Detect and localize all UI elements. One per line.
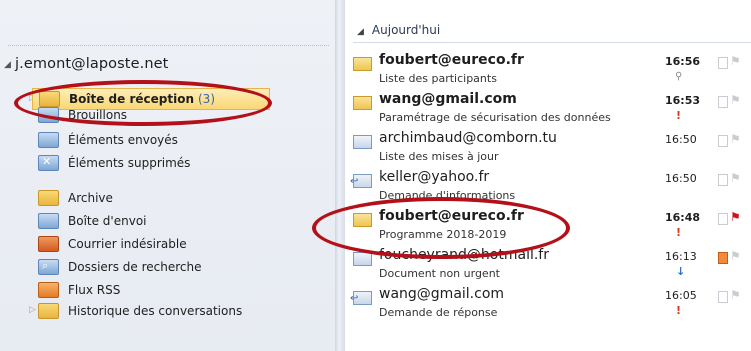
sent-items-icon: [38, 132, 59, 148]
category-box-icon[interactable]: [718, 96, 728, 108]
conversation-history-icon: [38, 303, 59, 319]
message-row[interactable]: archimbaud@comborn.tu Liste des mises à …: [345, 129, 751, 168]
category-box-icon[interactable]: [718, 135, 728, 147]
folder-label: Archive: [68, 191, 113, 205]
archive-folder-icon: [38, 190, 59, 206]
message-subject: Demande de réponse: [379, 306, 498, 319]
high-importance-icon: !: [676, 226, 682, 239]
account-name: j.emont@laposte.net: [15, 56, 169, 72]
category-box-icon[interactable]: [718, 57, 728, 69]
expand-triangle-icon[interactable]: ▷: [29, 305, 36, 315]
attachment-icon: ⚲: [675, 71, 683, 82]
group-header[interactable]: ◢ Aujourd'hui: [357, 23, 440, 37]
message-row[interactable]: foubert@eureco.fr Liste des participants…: [345, 51, 751, 90]
flag-icon[interactable]: ⚑: [730, 132, 741, 146]
folder-label: Brouillons: [68, 108, 128, 122]
folder-junk[interactable]: Courrier indésirable: [38, 234, 187, 254]
pane-divider: [8, 45, 329, 46]
junk-mail-icon: [38, 236, 59, 252]
message-row[interactable]: foubert@eureco.fr Programme 2018-2019 16…: [345, 207, 751, 246]
folder-archive[interactable]: Archive: [38, 188, 113, 208]
message-sender: archimbaud@comborn.tu: [379, 130, 557, 146]
low-importance-icon: ↓: [676, 265, 686, 278]
pane-splitter[interactable]: [335, 0, 345, 351]
unread-mail-icon: [353, 213, 372, 227]
message-time: 16:05: [665, 289, 697, 302]
folder-label: Dossiers de recherche: [68, 260, 202, 274]
drafts-icon: [38, 107, 59, 123]
group-header-label: Aujourd'hui: [371, 23, 441, 37]
high-importance-icon: !: [676, 109, 682, 122]
unread-mail-icon: [353, 57, 372, 71]
folder-deleted[interactable]: ✕ Éléments supprimés: [38, 153, 190, 173]
message-sender: foubert@eureco.fr: [379, 208, 524, 224]
message-sender: foubert@eureco.fr: [379, 52, 524, 68]
message-subject: Paramétrage de sécurisation des données: [379, 111, 611, 124]
read-mail-icon: [353, 135, 372, 149]
folder-outbox[interactable]: Boîte d'envoi: [38, 211, 147, 231]
message-row[interactable]: wang@gmail.com Paramétrage de sécurisati…: [345, 90, 751, 129]
message-sender: keller@yahoo.fr: [379, 169, 490, 185]
folder-label: Boîte de réception: [69, 92, 194, 106]
search-folders-icon: ⌕: [38, 259, 59, 275]
message-list: ◢ Aujourd'hui foubert@eureco.fr Liste des…: [312, 0, 751, 351]
folder-conversation-history[interactable]: Historique des conversations: [38, 301, 242, 321]
flag-icon[interactable]: ⚑: [730, 171, 741, 185]
account-node[interactable]: ◢ j.emont@laposte.net: [4, 56, 168, 72]
message-sender: wang@gmail.com: [379, 91, 517, 107]
message-time: 16:50: [665, 172, 697, 185]
category-box-icon[interactable]: [718, 252, 728, 264]
flag-icon[interactable]: ⚑: [730, 210, 741, 224]
folder-sent[interactable]: Éléments envoyés: [38, 130, 178, 150]
folder-label: Éléments supprimés: [68, 156, 191, 170]
folder-label: Boîte d'envoi: [68, 214, 147, 228]
folder-pane: ◢ j.emont@laposte.net ▷ Boîte de réceptio…: [0, 0, 335, 351]
unread-count: (3): [198, 92, 215, 106]
replied-mail-icon: [350, 174, 372, 188]
message-subject: Liste des participants: [379, 72, 497, 85]
collapse-triangle-icon[interactable]: ◢: [357, 27, 364, 37]
category-box-icon[interactable]: [718, 174, 728, 186]
outbox-icon: [38, 213, 59, 229]
category-box-icon[interactable]: [718, 213, 728, 225]
flag-icon[interactable]: ⚑: [730, 93, 741, 107]
folder-label: Courrier indésirable: [68, 237, 187, 251]
flag-icon[interactable]: ⚑: [730, 288, 741, 302]
message-time: 16:56: [665, 55, 701, 68]
message-subject: Document non urgent: [379, 267, 500, 280]
message-time: 16:48: [665, 211, 701, 224]
message-time: 16:13: [665, 250, 697, 263]
category-box-icon[interactable]: [718, 291, 728, 303]
message-row[interactable]: foucheyrand@hotmail.fr Document non urge…: [345, 246, 751, 285]
folder-rss[interactable]: Flux RSS: [38, 280, 120, 300]
high-importance-icon: !: [676, 304, 682, 317]
folder-label: Flux RSS: [68, 283, 121, 297]
message-sender: foucheyrand@hotmail.fr: [379, 247, 549, 263]
unread-mail-icon: [353, 96, 372, 110]
flag-icon[interactable]: ⚑: [730, 249, 741, 263]
folder-search[interactable]: ⌕ Dossiers de recherche: [38, 257, 202, 277]
folder-label: Éléments envoyés: [68, 133, 178, 147]
message-time: 16:50: [665, 133, 697, 146]
message-sender: wang@gmail.com: [379, 286, 505, 302]
deleted-items-icon: ✕: [38, 155, 59, 171]
divider: [353, 42, 751, 43]
replied-mail-icon: [350, 291, 372, 305]
message-row[interactable]: wang@gmail.com Demande de réponse 16:05 …: [345, 285, 751, 324]
message-row[interactable]: keller@yahoo.fr Demande d'informations 1…: [345, 168, 751, 207]
message-subject: Liste des mises à jour: [379, 150, 499, 163]
message-subject: Programme 2018-2019: [379, 228, 507, 241]
message-subject: Demande d'informations: [379, 189, 516, 202]
folder-label: Historique des conversations: [68, 304, 243, 318]
read-mail-icon: [353, 252, 372, 266]
message-time: 16:53: [665, 94, 701, 107]
flag-icon[interactable]: ⚑: [730, 54, 741, 68]
rss-icon: [38, 282, 59, 298]
folder-drafts[interactable]: Brouillons: [38, 105, 127, 125]
collapse-triangle-icon[interactable]: ◢: [4, 60, 11, 70]
